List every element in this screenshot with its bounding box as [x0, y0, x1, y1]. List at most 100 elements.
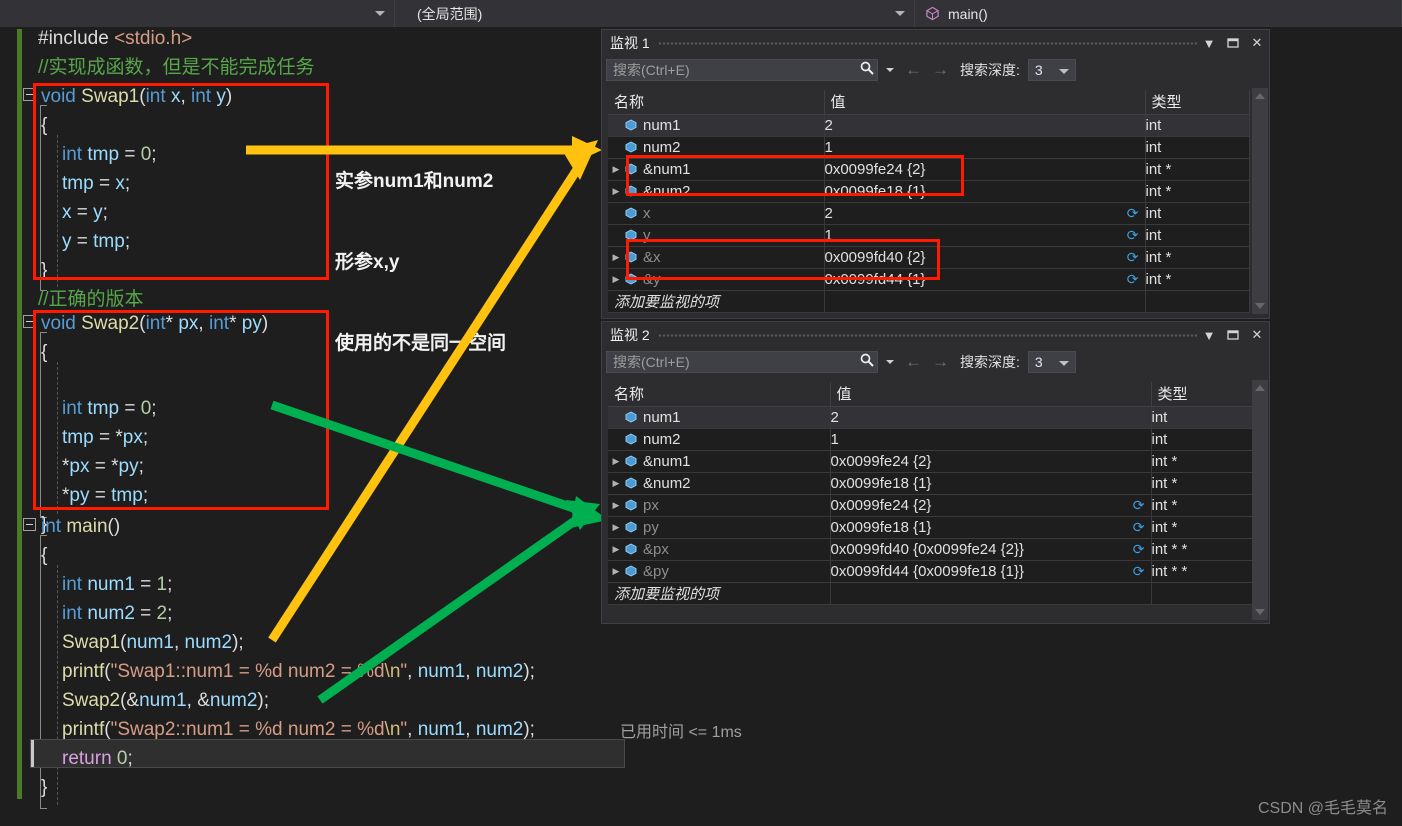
arrow-right-icon[interactable]: → — [929, 60, 952, 80]
watch2-grid[interactable]: 名称 值 类型 num1 2 int num2 1 int ▶ &num1 0x… — [608, 382, 1255, 605]
watch1-grid-wrap[interactable]: 名称 值 类型 num1 2 int num2 1 int ▶ &num1 0x… — [608, 90, 1250, 313]
refresh-icon[interactable]: ⟳ — [1133, 541, 1145, 558]
watch2-scrollbar[interactable] — [1252, 380, 1268, 620]
watch2-add-row[interactable]: 添加要监视的项 — [608, 582, 1255, 605]
method-combo[interactable]: main() — [915, 0, 1402, 27]
title-drag-handle[interactable] — [657, 322, 1198, 348]
watch1-value-1[interactable]: 1 — [824, 136, 1146, 159]
table-row[interactable]: ▶ &num2 0x0099fe18 {1} int * — [608, 180, 1250, 203]
scroll-down-arrow-icon[interactable] — [1252, 604, 1268, 620]
table-row[interactable]: ▶ &py 0x0099fd44 {0x0099fe18 {1}} ⟳ int * … — [608, 560, 1255, 583]
annotation-note-line-1: 实参num1和num2 — [335, 171, 494, 192]
search-options-chevron-icon[interactable] — [886, 68, 894, 72]
watch2-col-name[interactable]: 名称 — [608, 382, 831, 407]
watch2-grid-wrap[interactable]: 名称 值 类型 num1 2 int num2 1 int ▶ &num1 0x… — [608, 382, 1255, 605]
table-row[interactable]: y 1 ⟳ int — [608, 224, 1250, 247]
table-row[interactable]: num1 2 int — [608, 406, 1255, 429]
watch-window-2[interactable]: 监视 2 ▼ ✕ ← → 搜索深度: 3 — [601, 321, 1270, 624]
maximize-icon[interactable] — [1221, 30, 1245, 56]
watch1-col-value[interactable]: 值 — [824, 90, 1146, 115]
search-icon[interactable] — [859, 60, 875, 81]
table-row[interactable]: ▶ &num1 0x0099fe24 {2} int * — [608, 158, 1250, 181]
watch2-search-bar[interactable]: ← → 搜索深度: 3 — [602, 348, 1269, 376]
watch2-value-2[interactable]: 0x0099fe24 {2} — [830, 450, 1152, 473]
table-row[interactable]: num2 1 int — [608, 428, 1255, 451]
watch1-add-row[interactable]: 添加要监视的项 — [608, 290, 1250, 313]
chevron-down-icon[interactable]: ▼ — [1197, 322, 1221, 348]
watch2-depth-combo[interactable]: 3 — [1027, 351, 1076, 373]
scroll-up-arrow-icon[interactable] — [1252, 88, 1268, 104]
watch1-grid[interactable]: 名称 值 类型 num1 2 int num2 1 int ▶ &num1 0x… — [608, 90, 1250, 313]
collapse-box-swap2[interactable] — [23, 315, 36, 328]
watch1-col-type[interactable]: 类型 — [1145, 90, 1250, 115]
watch2-search-input[interactable] — [613, 354, 859, 370]
arrow-right-icon[interactable]: → — [929, 352, 952, 372]
watch1-search-input[interactable] — [613, 62, 859, 78]
expander-icon[interactable]: ▶ — [608, 164, 624, 175]
expander-icon[interactable]: ▶ — [608, 186, 624, 197]
watch2-title-bar[interactable]: 监视 2 ▼ ✕ — [602, 322, 1269, 348]
table-row[interactable]: ▶ &x 0x0099fd40 {2} ⟳ int * — [608, 246, 1250, 269]
watch1-value-3[interactable]: 0x0099fe18 {1} — [824, 180, 1146, 203]
table-row[interactable]: x 2 ⟳ int — [608, 202, 1250, 225]
refresh-icon[interactable]: ⟳ — [1127, 227, 1139, 244]
fn-main: main — [66, 516, 108, 537]
scroll-up-arrow-icon[interactable] — [1252, 380, 1268, 396]
expander-icon[interactable]: ▶ — [608, 544, 624, 555]
chevron-down-icon[interactable]: ▼ — [1197, 30, 1221, 56]
table-row[interactable]: ▶ &px 0x0099fd40 {0x0099fe24 {2}} ⟳ int * … — [608, 538, 1255, 561]
table-row[interactable]: ▶ px 0x0099fe24 {2} ⟳ int * — [608, 494, 1255, 517]
watch1-value-2[interactable]: 0x0099fe24 {2} — [824, 158, 1146, 181]
watch1-scrollbar[interactable] — [1252, 88, 1268, 314]
watch1-search-bar[interactable]: ← → 搜索深度: 3 — [602, 56, 1269, 84]
watch2-search-field[interactable] — [606, 351, 878, 373]
refresh-icon[interactable]: ⟳ — [1127, 205, 1139, 222]
refresh-icon[interactable]: ⟳ — [1127, 249, 1139, 266]
arrow-left-icon[interactable]: ← — [902, 352, 925, 372]
table-row[interactable]: ▶ py 0x0099fe18 {1} ⟳ int * — [608, 516, 1255, 539]
watch2-col-type[interactable]: 类型 — [1151, 382, 1255, 407]
watch2-value-1[interactable]: 1 — [830, 428, 1152, 451]
watch2-value-3[interactable]: 0x0099fe18 {1} — [830, 472, 1152, 495]
close-icon[interactable]: ✕ — [1245, 30, 1269, 56]
watch2-add-placeholder[interactable]: 添加要监视的项 — [608, 582, 831, 605]
watch2-col-value[interactable]: 值 — [830, 382, 1152, 407]
collapse-box-swap1[interactable] — [23, 88, 36, 101]
expander-icon[interactable]: ▶ — [608, 566, 624, 577]
watch1-col-name[interactable]: 名称 — [608, 90, 825, 115]
close-icon[interactable]: ✕ — [1245, 322, 1269, 348]
watch1-add-placeholder[interactable]: 添加要监视的项 — [608, 290, 825, 313]
project-scope-combo[interactable] — [0, 0, 395, 27]
arrow-left-icon[interactable]: ← — [902, 60, 925, 80]
refresh-icon[interactable]: ⟳ — [1127, 271, 1139, 288]
search-options-chevron-icon[interactable] — [886, 360, 894, 364]
table-row[interactable]: ▶ &num1 0x0099fe24 {2} int * — [608, 450, 1255, 473]
expander-icon[interactable]: ▶ — [608, 478, 624, 489]
scroll-down-arrow-icon[interactable] — [1252, 298, 1268, 314]
watch1-depth-combo[interactable]: 3 — [1027, 59, 1076, 81]
table-row[interactable]: ▶ &y 0x0099fd44 {1} ⟳ int * — [608, 268, 1250, 291]
expander-icon[interactable]: ▶ — [608, 274, 624, 285]
watch2-value-0[interactable]: 2 — [830, 406, 1152, 429]
collapse-box-main[interactable] — [23, 518, 36, 531]
watch-window-1[interactable]: 监视 1 ▼ ✕ ← → 搜索深度: 3 — [601, 29, 1270, 319]
watch1-search-field[interactable] — [606, 59, 878, 81]
expander-icon[interactable]: ▶ — [608, 456, 624, 467]
title-drag-handle[interactable] — [657, 30, 1198, 56]
watch1-title-bar[interactable]: 监视 1 ▼ ✕ — [602, 30, 1269, 56]
scope-combo[interactable]: (全局范围) — [395, 0, 915, 27]
expander-icon[interactable]: ▶ — [608, 252, 624, 263]
search-icon[interactable] — [859, 352, 875, 373]
table-row[interactable]: num2 1 int — [608, 136, 1250, 159]
table-row[interactable]: num1 2 int — [608, 114, 1250, 137]
refresh-icon[interactable]: ⟳ — [1133, 497, 1145, 514]
escape-newline: \n — [384, 661, 401, 682]
watch1-value-0[interactable]: 2 — [824, 114, 1146, 137]
code-line-printf1: printf("Swap1::num1 = %d num2 = %d\n", n… — [62, 661, 535, 682]
refresh-icon[interactable]: ⟳ — [1133, 563, 1145, 580]
maximize-icon[interactable] — [1221, 322, 1245, 348]
expander-icon[interactable]: ▶ — [608, 522, 624, 533]
refresh-icon[interactable]: ⟳ — [1133, 519, 1145, 536]
table-row[interactable]: ▶ &num2 0x0099fe18 {1} int * — [608, 472, 1255, 495]
expander-icon[interactable]: ▶ — [608, 500, 624, 511]
